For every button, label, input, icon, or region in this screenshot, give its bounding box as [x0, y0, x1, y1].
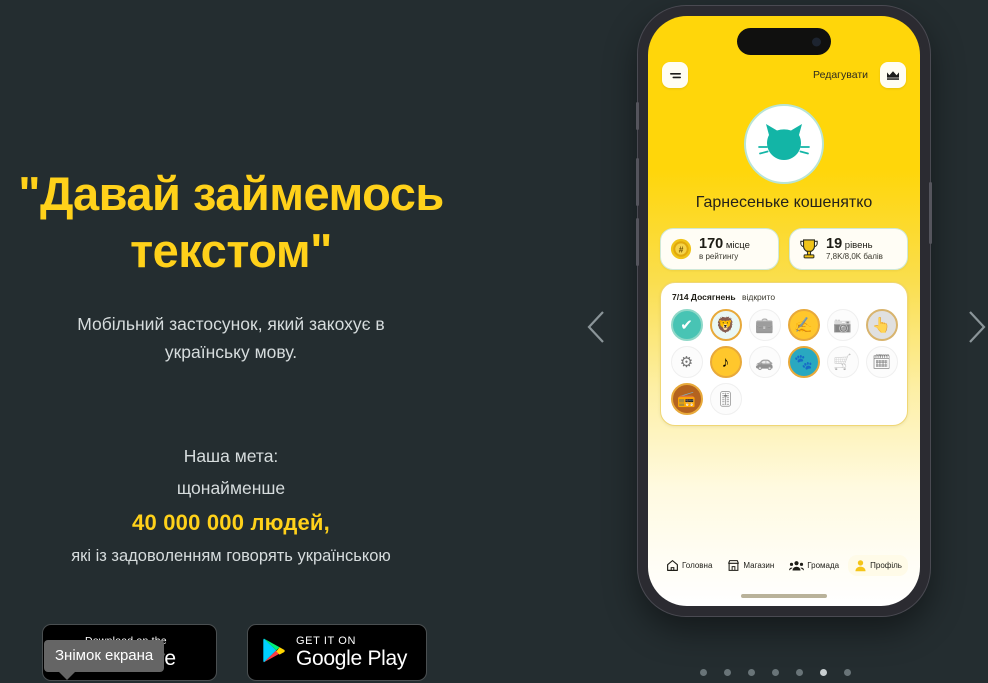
profile-name: Гарнесеньке кошенятко — [695, 194, 873, 211]
subtitle-line-2: українську мову. — [164, 342, 298, 363]
phone-volume-down-button — [636, 218, 639, 266]
music-badge[interactable]: ♪ — [709, 346, 742, 378]
tooltip-arrow — [58, 671, 76, 680]
level-stat-text: 19 рівень 7,8K/8,0K балів — [826, 236, 883, 262]
nav-item-home[interactable]: Головна — [660, 555, 718, 576]
google-play-big-label: Google Play — [296, 647, 408, 671]
rank-stat-card[interactable]: # 170 місце в рейтингу — [660, 228, 779, 270]
menu-icon — [669, 72, 681, 78]
google-play-button[interactable]: GET IT ON Google Play — [247, 624, 427, 681]
level-stat-sub: 7,8K/8,0K балів — [826, 252, 883, 262]
goal-number: 40 000 000 людей, — [132, 510, 330, 535]
goal-tail: які із задоволенням говорять українською — [71, 547, 391, 566]
carousel-next-button[interactable] — [954, 305, 988, 349]
check-badge[interactable]: ✔ — [670, 309, 703, 341]
rank-unit: місце — [725, 239, 750, 251]
cat-avatar-icon — [758, 124, 810, 160]
landing-page: "Давай займемось текстом" Мобільний заст… — [0, 0, 988, 683]
goal-label: Наша мета: — [183, 446, 279, 466]
goal-qualifier: щонайменше — [176, 477, 286, 498]
nav-item-store[interactable]: Магазин — [721, 555, 780, 576]
briefcase-badge[interactable]: 💼 — [748, 309, 781, 341]
switch-badge[interactable]: 🎚 — [709, 383, 742, 415]
calendar-badge[interactable]: 🗓 — [865, 346, 898, 378]
level-value: 19 — [826, 235, 843, 252]
carousel-dot[interactable] — [844, 669, 851, 676]
carousel-dot[interactable] — [724, 669, 731, 676]
subtitle-line-1: Мобільний застосунок, який закохує в — [77, 314, 385, 334]
radio-badge[interactable]: 📻 — [670, 383, 703, 415]
google-play-text: GET IT ON Google Play — [296, 635, 407, 670]
phone-notch — [737, 28, 831, 55]
carousel-dot[interactable] — [748, 669, 755, 676]
medal-icon: # — [670, 238, 692, 260]
nav-label-community: Громада — [807, 560, 840, 570]
achievements-count: 7/14 Досягнень — [672, 292, 736, 302]
community-icon — [789, 560, 805, 570]
phone-volume-up-button — [636, 158, 639, 206]
app-header: Редагувати — [648, 60, 920, 90]
nav-item-profile[interactable]: Профіль — [848, 554, 908, 576]
trophy-icon — [800, 239, 818, 259]
nav-item-community[interactable]: Громада — [783, 555, 845, 576]
menu-button[interactable] — [662, 62, 688, 88]
phone-screen: Редагувати Гарнесеньке кошенятко # 170 м… — [648, 16, 920, 606]
nav-label-store: Магазин — [743, 560, 775, 570]
camera-badge[interactable]: 📷 — [826, 309, 859, 341]
level-stat-main: 19 рівень — [826, 236, 883, 252]
front-camera-icon — [812, 37, 821, 46]
home-icon — [667, 559, 678, 571]
hero-subtitle: Мобільний застосунок, який закохує в укр… — [50, 310, 412, 367]
hero-column: "Давай займемось текстом" Мобільний заст… — [0, 0, 462, 683]
carousel-prev-button[interactable] — [574, 305, 618, 349]
phone-silent-switch — [636, 102, 639, 130]
level-stat-card[interactable]: 19 рівень 7,8K/8,0K балів — [789, 228, 908, 270]
goal-block: Наша мета: щонайменше 40 000 000 людей, … — [20, 441, 442, 572]
gears-badge[interactable]: ⚙ — [670, 346, 703, 378]
carousel-dot-active[interactable] — [820, 669, 827, 676]
phone-mockup: Редагувати Гарнесеньке кошенятко # 170 м… — [636, 6, 932, 616]
screenshot-tooltip: Знімок екрана — [44, 640, 165, 672]
achievements-status: відкрито — [741, 292, 776, 302]
home-indicator — [741, 594, 827, 598]
google-play-icon — [262, 637, 287, 669]
rank-value: 170 — [699, 235, 724, 252]
nav-label-profile: Профіль — [870, 560, 902, 570]
bottom-navigation: Головна Магазин Громада Профіль — [656, 550, 912, 580]
page-title: "Давай займемось текстом" — [10, 165, 452, 280]
rank-stat-text: 170 місце в рейтингу — [699, 236, 750, 262]
nav-label-home: Головна — [682, 560, 713, 570]
phone-power-button — [929, 182, 932, 244]
rank-stat-sub: в рейтингу — [699, 252, 739, 262]
rank-stat-main: 170 місце — [699, 236, 750, 252]
achievements-panel: 7/14 Досягнень відкрито ✔ 🦁 💼 ✍ 📷 👆 ⚙ ♪ … — [660, 282, 908, 426]
lion-badge[interactable]: 🦁 — [709, 309, 742, 341]
crown-icon — [887, 70, 899, 80]
avatar[interactable] — [744, 104, 824, 184]
level-unit: рівень — [844, 239, 873, 251]
cart-badge[interactable]: 🛒 — [826, 346, 859, 378]
headline-line-1: "Давай займемось — [18, 167, 444, 220]
headline-line-2: текстом" — [130, 224, 332, 278]
edit-profile-link[interactable]: Редагувати — [813, 69, 868, 81]
carousel-dots — [700, 669, 851, 676]
carousel-dot[interactable] — [700, 669, 707, 676]
chevron-left-icon — [587, 311, 604, 343]
premium-crown-button[interactable] — [880, 62, 906, 88]
carousel-dot[interactable] — [796, 669, 803, 676]
chevron-right-icon — [969, 311, 986, 343]
stats-row: # 170 місце в рейтингу 19 рівень 7,8K/8,… — [660, 228, 908, 270]
store-icon — [728, 559, 740, 571]
carousel-dot[interactable] — [772, 669, 779, 676]
svg-text:#: # — [679, 246, 684, 255]
paw-badge[interactable]: 🐾 — [787, 346, 820, 378]
profile-icon — [855, 559, 866, 571]
tap-hand-badge[interactable]: 👆 — [865, 309, 898, 341]
achievements-grid: ✔ 🦁 💼 ✍ 📷 👆 ⚙ ♪ 🚗 🐾 🛒 🗓 📻 🎚 — [669, 309, 899, 415]
achievements-header: 7/14 Досягнень відкрито — [672, 292, 899, 302]
hand-write-badge[interactable]: ✍ — [787, 309, 820, 341]
car-badge[interactable]: 🚗 — [748, 346, 781, 378]
